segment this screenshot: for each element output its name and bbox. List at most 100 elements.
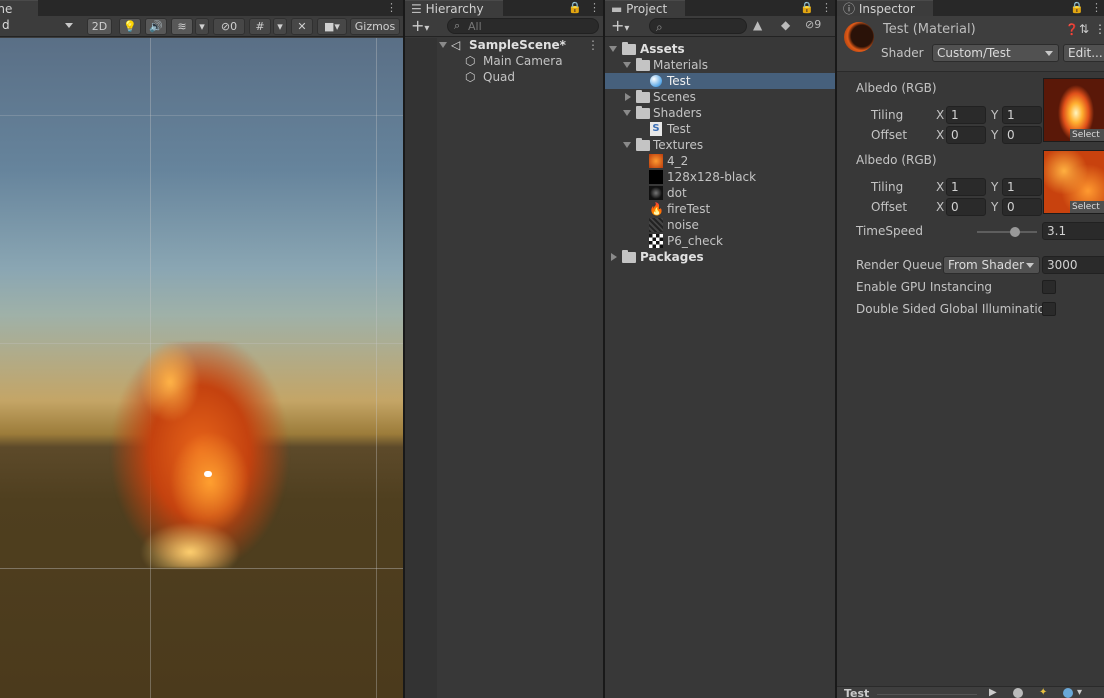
sphere-preview-icon[interactable] — [1013, 688, 1023, 698]
tree-item-materials[interactable]: Materials — [605, 57, 835, 73]
tab-hierarchy[interactable]: ☰ Hierarchy — [405, 0, 503, 16]
tree-item-material-test[interactable]: Test — [605, 73, 835, 89]
tree-item-texture[interactable]: dot — [605, 185, 835, 201]
timespeed-slider-thumb[interactable] — [1010, 227, 1020, 237]
collapse-arrow-icon[interactable] — [611, 253, 617, 261]
tree-label: 128x128-black — [667, 170, 757, 184]
tree-item-texture[interactable]: 128x128-black — [605, 169, 835, 185]
grid-line — [0, 568, 403, 569]
timespeed-input[interactable]: 3.1 — [1042, 222, 1104, 240]
folder-icon — [622, 250, 636, 263]
tree-item-scenes[interactable]: Scenes — [605, 89, 835, 105]
more-options-icon[interactable]: ⋮ — [587, 37, 599, 53]
tree-item-texture[interactable]: 4_2 — [605, 153, 835, 169]
tiling-x-input[interactable]: 1 — [946, 106, 986, 124]
effects-dropdown-button[interactable]: ▾ — [195, 18, 209, 35]
tiling-y-input[interactable]: 1 — [1002, 106, 1042, 124]
scene-visibility-button[interactable]: ⊘0 — [213, 18, 245, 35]
lock-icon[interactable]: 🔒 — [800, 0, 814, 16]
select-texture-button[interactable]: Select — [1070, 201, 1104, 213]
shader-dropdown[interactable]: Custom/Test — [932, 44, 1059, 62]
more-options-icon[interactable]: ⋮ — [1091, 0, 1102, 16]
scene-viewport[interactable] — [0, 38, 403, 698]
more-options-icon[interactable]: ⋮ — [386, 0, 397, 16]
help-icon[interactable]: ❓ — [1065, 23, 1079, 36]
scene-tabbar: ene ⋮ — [0, 0, 403, 16]
grid-dropdown-button[interactable]: ▾ — [273, 18, 287, 35]
camera-button[interactable]: ■▾ — [317, 18, 347, 35]
lock-icon[interactable]: 🔒 — [568, 0, 582, 16]
lock-icon[interactable]: 🔒 — [1070, 0, 1084, 16]
select-texture-button[interactable]: Select — [1070, 129, 1104, 141]
timespeed-slider-track[interactable] — [977, 231, 1037, 233]
tab-project[interactable]: ▬ Project — [605, 0, 685, 16]
filter-by-type-icon[interactable]: ▲ — [753, 18, 762, 32]
axis-y-label: Y — [991, 108, 999, 122]
expand-arrow-icon[interactable] — [623, 110, 631, 116]
render-queue-input[interactable]: 3000 — [1042, 256, 1104, 274]
audio-toggle-button[interactable]: 🔊 — [145, 18, 167, 35]
offset-x-input[interactable]: 0 — [946, 198, 986, 216]
double-sided-gi-checkbox[interactable] — [1042, 302, 1056, 316]
expand-arrow-icon[interactable] — [439, 42, 447, 48]
texture-thumbnail-noise-icon — [649, 218, 663, 232]
search-input[interactable]: ⌕ All — [447, 18, 599, 34]
preview-settings-icon[interactable] — [1063, 688, 1073, 698]
tree-item-texture[interactable]: noise — [605, 217, 835, 233]
grid-icon: # — [255, 20, 265, 33]
albedo-texture-slot[interactable]: Select — [1043, 150, 1104, 214]
create-button[interactable]: +▾ — [411, 17, 439, 35]
chevron-down-icon[interactable]: ▾ — [1077, 687, 1082, 698]
edit-shader-button[interactable]: Edit... — [1063, 44, 1104, 62]
offset-x-input[interactable]: 0 — [946, 126, 986, 144]
tree-item-packages[interactable]: Packages — [605, 249, 835, 265]
grid-toggle-button[interactable]: # — [249, 18, 271, 35]
play-icon[interactable]: ▶ — [989, 687, 997, 698]
draw-mode-label: d — [2, 18, 10, 32]
more-options-icon[interactable]: ⋮ — [589, 0, 600, 16]
expand-arrow-icon[interactable] — [623, 142, 631, 148]
more-options-icon[interactable]: ⋮ — [821, 0, 832, 16]
tree-item-shaders[interactable]: Shaders — [605, 105, 835, 121]
list-item[interactable]: ⬡ Quad — [405, 69, 603, 85]
albedo-texture-slot[interactable]: Select — [1043, 78, 1104, 142]
expand-arrow-icon[interactable] — [623, 62, 631, 68]
gpu-instancing-checkbox[interactable] — [1042, 280, 1056, 294]
quad-pivot-icon — [204, 471, 212, 477]
list-item[interactable]: ⬡ Main Camera — [405, 53, 603, 69]
hidden-packages-button[interactable]: ⊘9 — [805, 18, 821, 31]
tree-item-texture[interactable]: P6_check — [605, 233, 835, 249]
tab-inspector[interactable]: ⓘ Inspector — [837, 0, 933, 16]
search-input[interactable]: ⌕ — [649, 18, 747, 34]
fire-quad[interactable] — [110, 342, 295, 568]
collapse-arrow-icon[interactable] — [625, 93, 631, 101]
scene-row[interactable]: ◁ SampleScene* ⋮ — [405, 37, 603, 53]
tiling-x-input[interactable]: 1 — [946, 178, 986, 196]
shader-label: Shader — [881, 46, 924, 60]
lighting-toggle-button[interactable]: 💡 — [119, 18, 141, 35]
filter-by-label-icon[interactable]: ◆ — [781, 18, 790, 32]
tab-scene[interactable]: ene — [0, 0, 38, 16]
settings-sliders-icon[interactable]: ⇅ — [1079, 22, 1089, 36]
tiling-y-input[interactable]: 1 — [1002, 178, 1042, 196]
more-options-icon[interactable]: ⋮ — [1094, 22, 1104, 36]
gpu-instancing-label: Enable GPU Instancing — [856, 280, 993, 294]
offset-y-input[interactable]: 0 — [1002, 198, 1042, 216]
tree-item-textures[interactable]: Textures — [605, 137, 835, 153]
gizmos-button[interactable]: Gizmos — [350, 18, 400, 35]
draw-mode-dropdown[interactable]: d — [0, 17, 78, 35]
render-queue-dropdown[interactable]: From Shader — [943, 256, 1040, 274]
tree-item-texture[interactable]: 🔥 fireTest — [605, 201, 835, 217]
tree-item-assets[interactable]: Assets — [605, 41, 835, 57]
create-button[interactable]: +▾ — [611, 17, 639, 35]
scene-toolbar: d 2D 💡 🔊 ≋ ▾ ⊘0 # ▾ ✕ ■▾ Gizmos — [0, 16, 403, 37]
tools-button[interactable]: ✕ — [291, 18, 313, 35]
expand-arrow-icon[interactable] — [609, 46, 617, 52]
preview-bar[interactable]: Test ▶ ✦ ▾ — [837, 686, 1104, 698]
offset-y-input[interactable]: 0 — [1002, 126, 1042, 144]
effects-toggle-button[interactable]: ≋ — [171, 18, 193, 35]
toggle-2d-button[interactable]: 2D — [87, 18, 112, 35]
light-preview-icon[interactable]: ✦ — [1039, 687, 1047, 698]
project-tabbar: ▬ Project 🔒 ⋮ — [605, 0, 835, 16]
tree-item-shader-test[interactable]: S Test — [605, 121, 835, 137]
